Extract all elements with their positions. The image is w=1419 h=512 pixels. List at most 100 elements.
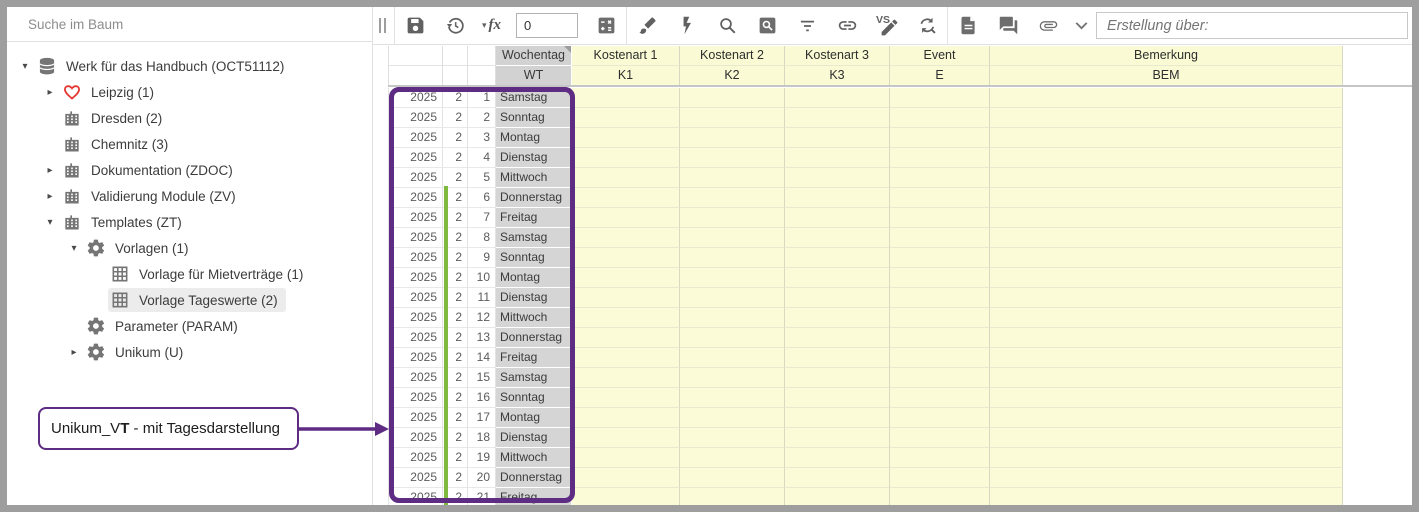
month-cell[interactable]: 2 [443, 388, 468, 408]
year-cell[interactable]: 2025 [388, 288, 443, 308]
month-cell[interactable]: 2 [443, 108, 468, 128]
k2-cell[interactable] [680, 148, 785, 168]
value-input[interactable] [516, 13, 578, 38]
expand-arrow-icon[interactable]: ▸ [40, 87, 60, 98]
year-cell[interactable]: 2025 [388, 148, 443, 168]
event-cell[interactable] [890, 428, 990, 448]
tree-item-content[interactable]: Vorlage Tageswerte (2) [108, 288, 286, 312]
tree-item[interactable]: Vorlage für Mietverträge (1) [7, 261, 372, 287]
bemerkung-cell[interactable] [990, 128, 1343, 148]
k2-cell[interactable] [680, 228, 785, 248]
k1-cell[interactable] [572, 188, 680, 208]
k1-cell[interactable] [572, 488, 680, 505]
tree-item[interactable]: ▾Vorlagen (1) [7, 235, 372, 261]
k3-cell[interactable] [785, 128, 890, 148]
year-cell[interactable]: 2025 [388, 188, 443, 208]
weekday-cell[interactable]: Montag [496, 128, 572, 148]
event-cell[interactable] [890, 448, 990, 468]
document-button[interactable] [957, 15, 979, 37]
weekday-cell[interactable]: Montag [496, 268, 572, 288]
k2-cell[interactable] [680, 428, 785, 448]
tree-item-content[interactable]: Werk für das Handbuch (OCT51112) [35, 54, 292, 78]
comment-button[interactable] [997, 15, 1019, 37]
expand-arrow-icon[interactable]: ▸ [40, 191, 60, 202]
column-title-bem[interactable]: Bemerkung [990, 46, 1343, 66]
tree-item[interactable]: ▸Leipzig (1) [7, 79, 372, 105]
lightning-button[interactable] [676, 15, 698, 37]
month-cell[interactable]: 2 [443, 428, 468, 448]
k3-cell[interactable] [785, 188, 890, 208]
weekday-cell[interactable]: Donnerstag [496, 328, 572, 348]
tree-item[interactable]: Chemnitz (3) [7, 131, 372, 157]
event-cell[interactable] [890, 228, 990, 248]
year-cell[interactable]: 2025 [388, 368, 443, 388]
k2-cell[interactable] [680, 128, 785, 148]
k1-cell[interactable] [572, 148, 680, 168]
year-cell[interactable]: 2025 [388, 248, 443, 268]
chevron-down-button[interactable] [1070, 15, 1092, 37]
link-button[interactable] [836, 15, 858, 37]
column-title[interactable] [443, 46, 468, 66]
search-in-data-button[interactable] [756, 15, 778, 37]
tree-item[interactable]: Vorlage Tageswerte (2) [7, 287, 372, 313]
month-cell[interactable]: 2 [443, 88, 468, 108]
k3-cell[interactable] [785, 288, 890, 308]
weekday-cell[interactable]: Donnerstag [496, 468, 572, 488]
column-title-wt[interactable]: Wochentag [496, 46, 572, 66]
attachment-button[interactable] [1037, 15, 1059, 37]
year-cell[interactable]: 2025 [388, 128, 443, 148]
day-cell[interactable]: 16 [468, 388, 496, 408]
k1-cell[interactable] [572, 168, 680, 188]
bemerkung-cell[interactable] [990, 448, 1343, 468]
year-cell[interactable]: 2025 [388, 328, 443, 348]
vs-edit-button[interactable]: VS [876, 15, 898, 37]
day-cell[interactable]: 11 [468, 288, 496, 308]
bemerkung-cell[interactable] [990, 468, 1343, 488]
day-cell[interactable]: 18 [468, 428, 496, 448]
bemerkung-cell[interactable] [990, 228, 1343, 248]
column-code-k3[interactable]: K3 [785, 66, 890, 86]
erstellung-input[interactable] [1096, 12, 1408, 39]
k3-cell[interactable] [785, 468, 890, 488]
collapse-arrow-icon[interactable]: ▾ [40, 217, 60, 228]
month-cell[interactable]: 2 [443, 268, 468, 288]
tree-item-content[interactable]: Leipzig (1) [60, 80, 162, 104]
k3-cell[interactable] [785, 208, 890, 228]
tree-item-content[interactable]: Dokumentation (ZDOC) [60, 158, 241, 182]
day-cell[interactable]: 10 [468, 268, 496, 288]
column-code[interactable] [443, 66, 468, 86]
event-cell[interactable] [890, 208, 990, 228]
day-cell[interactable]: 8 [468, 228, 496, 248]
k2-cell[interactable] [680, 88, 785, 108]
day-cell[interactable]: 12 [468, 308, 496, 328]
tree-item[interactable]: ▸Validierung Module (ZV) [7, 183, 372, 209]
event-cell[interactable] [890, 388, 990, 408]
k2-cell[interactable] [680, 448, 785, 468]
weekday-cell[interactable]: Sonntag [496, 388, 572, 408]
k3-cell[interactable] [785, 488, 890, 505]
k1-cell[interactable] [572, 248, 680, 268]
month-cell[interactable]: 2 [443, 228, 468, 248]
k2-cell[interactable] [680, 368, 785, 388]
day-cell[interactable]: 3 [468, 128, 496, 148]
column-code-wt[interactable]: WT [496, 66, 572, 86]
bemerkung-cell[interactable] [990, 288, 1343, 308]
month-cell[interactable]: 2 [443, 488, 468, 505]
day-cell[interactable]: 19 [468, 448, 496, 468]
k3-cell[interactable] [785, 428, 890, 448]
k2-cell[interactable] [680, 348, 785, 368]
k1-cell[interactable] [572, 288, 680, 308]
column-code-bem[interactable]: BEM [990, 66, 1343, 86]
k2-cell[interactable] [680, 288, 785, 308]
k2-cell[interactable] [680, 488, 785, 505]
month-cell[interactable]: 2 [443, 188, 468, 208]
find-replace-button[interactable] [916, 15, 938, 37]
k1-cell[interactable] [572, 428, 680, 448]
tree-item-content[interactable]: Unikum (U) [84, 340, 191, 364]
column-title-e[interactable]: Event [890, 46, 990, 66]
k2-cell[interactable] [680, 408, 785, 428]
weekday-cell[interactable]: Donnerstag [496, 188, 572, 208]
k3-cell[interactable] [785, 348, 890, 368]
bemerkung-cell[interactable] [990, 308, 1343, 328]
k2-cell[interactable] [680, 468, 785, 488]
